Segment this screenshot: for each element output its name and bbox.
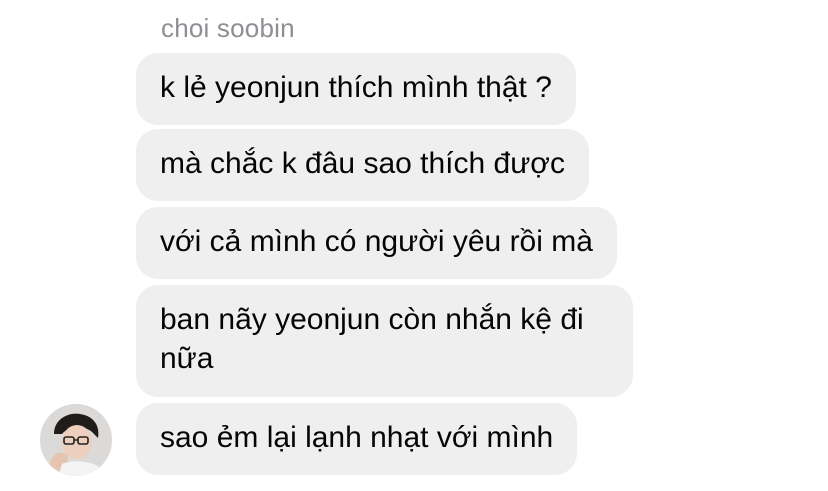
message-bubble[interactable]: mà chắc k đâu sao thích được — [136, 129, 589, 201]
message-bubble[interactable]: sao ẻm lại lạnh nhạt với mình — [136, 403, 578, 475]
avatar[interactable] — [40, 404, 112, 476]
profile-photo-icon — [40, 404, 112, 476]
message-bubble[interactable]: với cả mình có người yêu rồi mà — [136, 207, 617, 279]
message-bubble[interactable]: ban nãy yeonjun còn nhắn kệ đi nữa — [136, 285, 633, 397]
message-bubble[interactable]: k lẻ yeonjun thích mình thật ? — [136, 53, 576, 125]
sender-name: choi soobin — [161, 13, 295, 43]
